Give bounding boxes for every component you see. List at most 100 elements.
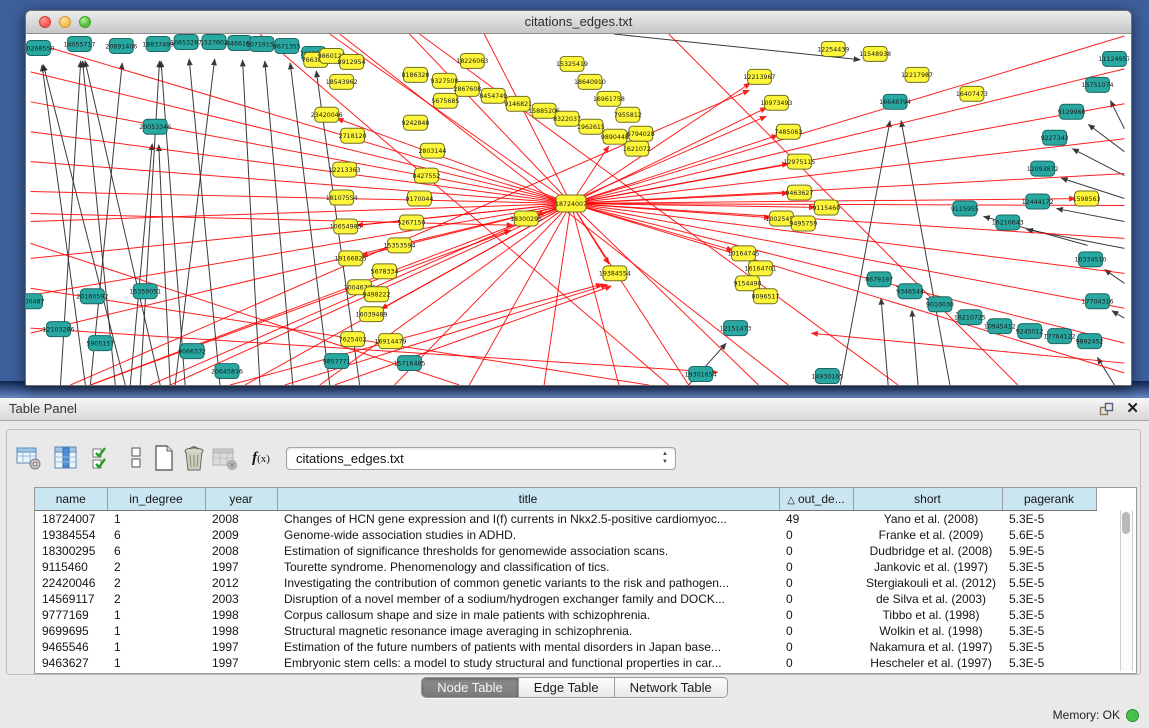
table-cell[interactable]: Embryonic stem cells: a model to study s… (277, 655, 779, 671)
table-cell[interactable]: Franke et al. (2009) (853, 527, 1002, 543)
table-cell[interactable]: Corpus callosum shape and size in male p… (277, 607, 779, 623)
table-vertical-scrollbar[interactable] (1120, 510, 1133, 671)
table-cell[interactable]: 5.3E-5 (1002, 655, 1096, 671)
table-cell[interactable]: 0 (779, 623, 853, 639)
column-header-in-degree[interactable]: in_degree (107, 488, 205, 511)
table-row[interactable]: 2242004622012Investigating the contribut… (35, 575, 1096, 591)
graph-node[interactable]: 7955812 (614, 107, 642, 122)
table-cell[interactable]: 49 (779, 511, 853, 528)
graph-node[interactable]: 23420046 (311, 107, 343, 122)
table-cell[interactable]: 5.9E-5 (1002, 543, 1096, 559)
graph-node[interactable]: 8912954 (338, 54, 366, 69)
graph-node[interactable]: 12213363 (329, 162, 361, 177)
table-cell[interactable]: 5.3E-5 (1002, 607, 1096, 623)
table-cell[interactable]: 9115460 (35, 559, 107, 575)
graph-node[interactable]: 9498222 (363, 287, 391, 302)
column-header-pagerank[interactable]: pagerank (1002, 488, 1096, 511)
graph-node[interactable]: 15359051 (129, 284, 161, 299)
graph-node[interactable]: 9346544 (896, 284, 924, 299)
graph-node[interactable]: 7485063 (774, 124, 802, 139)
table-cell[interactable]: Hescheler et al. (1997) (853, 655, 1002, 671)
table-cell[interactable]: 0 (779, 607, 853, 623)
graph-node[interactable]: 20053346 (139, 119, 171, 134)
tab-network-table[interactable]: Network Table (615, 678, 727, 697)
graph-node[interactable]: 9892452 (1076, 334, 1104, 349)
graph-node[interactable]: 18300295 (510, 211, 542, 226)
graph-node[interactable]: 12213967 (744, 69, 776, 84)
table-cell[interactable]: 18724007 (35, 511, 107, 528)
column-header-out-degree[interactable]: △out_de... (779, 488, 853, 511)
table-cell[interactable]: 0 (779, 655, 853, 671)
graph-node[interactable]: 8679197 (865, 272, 893, 287)
table-cell[interactable]: 5.3E-5 (1002, 559, 1096, 575)
column-visibility-button[interactable] (89, 444, 117, 472)
table-cell[interactable]: 14569117 (35, 591, 107, 607)
table-cell[interactable]: Estimation of significance thresholds fo… (277, 543, 779, 559)
table-cell[interactable]: 22420046 (35, 575, 107, 591)
table-cell[interactable]: Structural magnetic resonance image aver… (277, 623, 779, 639)
table-row[interactable]: 911546021997Tourette syndrome. Phenomeno… (35, 559, 1096, 575)
table-cell[interactable]: Dudbridge et al. (2008) (853, 543, 1002, 559)
scrollbar-thumb[interactable] (1122, 512, 1130, 534)
table-cell[interactable]: Disruption of a novel member of a sodium… (277, 591, 779, 607)
graph-node[interactable]: 9227343 (1041, 130, 1069, 145)
graph-node[interactable]: 1527602 (200, 34, 228, 49)
table-cell[interactable]: Investigating the contribution of common… (277, 575, 779, 591)
table-cell[interactable]: Jankovic et al. (1997) (853, 559, 1002, 575)
table-cell[interactable]: Genome-wide association studies in ADHD. (277, 527, 779, 543)
table-cell[interactable]: 1997 (205, 639, 277, 655)
table-cell[interactable]: 0 (779, 527, 853, 543)
minimize-window-button[interactable] (59, 16, 71, 28)
graph-node[interactable]: 8427552 (412, 168, 440, 183)
graph-node[interactable]: 9010030 (926, 297, 954, 312)
table-cell[interactable]: 18300295 (35, 543, 107, 559)
tab-edge-table[interactable]: Edge Table (519, 678, 615, 697)
graph-node[interactable]: 14930165 (811, 369, 843, 384)
graph-node[interactable]: 19301654 (685, 367, 717, 382)
graph-node[interactable]: 5905157 (86, 336, 114, 351)
table-cell[interactable]: 1 (107, 511, 205, 528)
graph-node[interactable]: 12103286 (43, 322, 75, 337)
graph-node[interactable]: 12975115 (783, 154, 815, 169)
graph-node[interactable]: 9170044 (405, 191, 433, 206)
tab-node-table[interactable]: Node Table (422, 678, 519, 697)
graph-node[interactable]: 10654985 (330, 219, 362, 234)
table-cell[interactable]: 0 (779, 591, 853, 607)
table-cell[interactable]: 1 (107, 607, 205, 623)
table-cell[interactable]: 1998 (205, 607, 277, 623)
graph-node[interactable]: 20645816 (211, 364, 243, 379)
graph-node[interactable]: 16164701 (745, 261, 777, 276)
delete-table-button[interactable] (180, 444, 208, 472)
graph-node[interactable]: 12444172 (1022, 194, 1054, 209)
table-cell[interactable]: 2 (107, 575, 205, 591)
graph-node[interactable]: 18543962 (326, 74, 358, 89)
graph-node[interactable]: 9115955 (951, 201, 979, 216)
table-cell[interactable]: 6 (107, 543, 205, 559)
graph-node[interactable]: 7625402 (339, 332, 367, 347)
table-cell[interactable]: 5.3E-5 (1002, 639, 1096, 655)
graph-node[interactable]: 18724007 (555, 195, 587, 212)
table-cell[interactable]: de Silva et al. (2003) (853, 591, 1002, 607)
graph-node[interactable]: 12254439 (817, 41, 849, 56)
graph-node[interactable]: 5675685 (431, 93, 459, 108)
graph-node[interactable]: 12217987 (901, 67, 933, 82)
graph-node[interactable]: 9245012 (1016, 324, 1044, 339)
graph-node[interactable]: 9129966 (1058, 104, 1086, 119)
close-panel-icon[interactable]: ✕ (1126, 398, 1139, 420)
citation-network-graph[interactable]: 2026855014055717208914061883749910653287… (26, 34, 1129, 385)
table-cell[interactable]: Wolkin et al. (1998) (853, 623, 1002, 639)
graph-node[interactable]: 2718120 (339, 128, 367, 143)
row-height-button[interactable] (122, 444, 150, 472)
graph-node[interactable]: 15353594 (384, 238, 416, 253)
column-header-name[interactable]: name (35, 488, 107, 511)
graph-node[interactable]: 20160592 (76, 289, 108, 304)
table-row[interactable]: 1456911722003Disruption of a novel membe… (35, 591, 1096, 607)
column-header-year[interactable]: year (205, 488, 277, 511)
table-row[interactable]: 946362711997Embryonic stem cells: a mode… (35, 655, 1096, 671)
graph-node[interactable]: 5267150 (398, 215, 426, 230)
graph-node[interactable]: 6794028 (627, 126, 655, 141)
graph-node[interactable]: 11548938 (859, 46, 891, 61)
graph-node[interactable]: 15716485 (394, 356, 426, 371)
table-row[interactable]: 1830029562008Estimation of significance … (35, 543, 1096, 559)
zoom-window-button[interactable] (79, 16, 91, 28)
